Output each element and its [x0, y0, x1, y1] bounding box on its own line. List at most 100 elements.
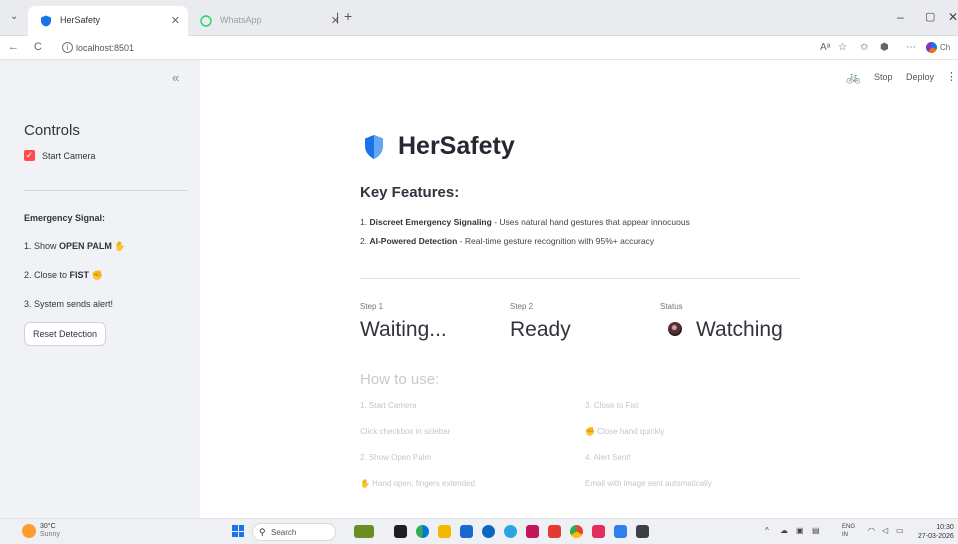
taskbar-search[interactable]: ⚲ Search [252, 523, 336, 541]
tray-expand-icon[interactable]: ^ [765, 526, 769, 535]
tab-whatsapp[interactable]: WhatsApp ✕ [188, 6, 348, 36]
url-field[interactable]: i localhost:8501 [60, 39, 820, 57]
start-camera-checkbox[interactable]: ✓ Start Camera [24, 150, 96, 161]
system-clock[interactable]: 10:30 27-03-2026 [918, 523, 954, 541]
chrome-icon[interactable] [570, 525, 583, 538]
sun-icon [22, 524, 36, 538]
howto-step-desc: ✋ Hand open, fingers extended [360, 479, 475, 488]
feature-text: - Real-time gesture recognition with 95%… [457, 236, 655, 246]
step-prefix: 2. Close to [24, 270, 70, 280]
eye-icon [668, 321, 682, 336]
metric-label-step1: Step 1 [360, 302, 384, 311]
howto-step-desc: ✊ Close hand quickly [585, 427, 665, 436]
tray-cloud-icon[interactable]: ☁ [780, 526, 788, 535]
sidebar-title: Controls [24, 122, 80, 139]
running-cyclist-icon: 🚲 [846, 70, 861, 84]
checkmark-icon[interactable]: ✓ [24, 150, 35, 161]
reload-icon[interactable]: C [34, 41, 42, 53]
app-icon[interactable] [592, 525, 605, 538]
weather-widget[interactable]: 30°C Sunny [22, 523, 60, 539]
step-bold: OPEN PALM [59, 241, 112, 251]
deploy-button[interactable]: Deploy [906, 72, 934, 82]
os-taskbar: 30°C Sunny ⚲ Search ^ ☁ ▣ ▤ ENG IN ◠ ◁ ▭… [0, 518, 958, 544]
tab-actions-chevron-icon[interactable]: ⌄ [10, 11, 18, 22]
close-tab-icon[interactable]: ✕ [171, 14, 180, 27]
favorite-icon[interactable]: ☆ [838, 42, 847, 53]
tab-hersafety[interactable]: HerSafety ✕ [28, 6, 188, 36]
search-icon: ⚲ [259, 527, 266, 537]
new-tab-icon[interactable]: + [344, 8, 352, 24]
app-icon[interactable] [504, 525, 517, 538]
feature-item: 1. Discreet Emergency Signaling - Uses n… [360, 217, 690, 227]
signal-title: Emergency Signal: [24, 213, 106, 223]
howto-heading: How to use: [360, 371, 440, 388]
profile-label[interactable]: Ch [940, 43, 950, 52]
info-icon[interactable]: i [62, 42, 73, 53]
edge-browser-icon[interactable] [416, 525, 429, 538]
language-indicator[interactable]: ENG IN [842, 523, 855, 539]
volume-icon[interactable]: ◁ [882, 526, 888, 535]
windows-start-icon[interactable] [232, 525, 244, 537]
metric-label-status: Status [660, 302, 683, 311]
restore-icon[interactable]: ▢ [925, 10, 935, 23]
task-view-icon[interactable] [394, 525, 407, 538]
address-bar: ← C i localhost:8501 Aᵃ ☆ ✩ ⬢ ⋯ Ch [0, 36, 958, 60]
feature-bold: Discreet Emergency Signaling [369, 217, 492, 227]
tab-title: WhatsApp [220, 15, 262, 25]
youtube-icon[interactable] [548, 525, 561, 538]
vscode-icon[interactable] [614, 525, 627, 538]
signal-step-3: 3. System sends alert! [24, 299, 113, 309]
copilot-icon[interactable] [926, 42, 937, 53]
shield-icon [365, 134, 383, 159]
step-prefix: 3. System sends alert! [24, 299, 114, 309]
weather-text: Sunny [40, 531, 60, 538]
tray-app-icon[interactable]: ▤ [812, 526, 820, 535]
region-text: IN [842, 532, 848, 538]
checkbox-label: Start Camera [42, 150, 96, 161]
shield-favicon-icon [41, 15, 51, 27]
feature-number: 1. [360, 217, 368, 227]
minimize-icon[interactable]: – [897, 10, 904, 24]
favorites-icon[interactable]: ✩ [860, 42, 868, 53]
clock-time: 10:30 [936, 524, 954, 531]
app-icon[interactable] [526, 525, 539, 538]
store-icon[interactable] [460, 525, 473, 538]
battery-icon[interactable]: ▭ [896, 526, 904, 535]
feature-number: 2. [360, 236, 368, 246]
howto-step-title: 3. Close to Fist [585, 401, 639, 410]
app-icon[interactable] [482, 525, 495, 538]
howto-step-desc: Click checkbox in sidebar [360, 427, 451, 436]
feature-item: 2. AI-Powered Detection - Real-time gest… [360, 236, 654, 246]
whatsapp-favicon-icon [200, 15, 212, 27]
metric-value-step1: Waiting... [360, 318, 447, 341]
app-title-text: HerSafety [398, 132, 515, 160]
close-window-icon[interactable]: ✕ [948, 10, 958, 24]
howto-step-title: 4. Alert Sent! [585, 453, 631, 462]
clock-date: 27-03-2026 [918, 533, 954, 540]
wifi-icon[interactable]: ◠ [868, 526, 875, 535]
status-text: Watching [696, 318, 783, 341]
reset-detection-button[interactable]: Reset Detection [24, 322, 106, 346]
collapse-sidebar-icon[interactable]: « [172, 70, 179, 85]
sidebar-divider [24, 190, 188, 191]
temperature: 30°C [40, 523, 56, 530]
app-icon[interactable] [636, 525, 649, 538]
tab-title: HerSafety [60, 15, 101, 25]
back-icon[interactable]: ← [8, 41, 19, 53]
main-menu-icon[interactable]: ⋮ [946, 70, 957, 83]
metric-label-step2: Step 2 [510, 302, 534, 311]
feature-bold: AI-Powered Detection [369, 236, 458, 246]
lang-text: ENG [842, 524, 856, 530]
extensions-icon[interactable]: ⬢ [880, 42, 889, 53]
howto-step-title: 2. Show Open Palm [360, 453, 432, 462]
more-icon[interactable]: ⋯ [906, 42, 916, 53]
metric-value-step2: Ready [510, 318, 571, 341]
tray-app-icon[interactable]: ▣ [796, 526, 804, 535]
file-explorer-icon[interactable] [438, 525, 451, 538]
stop-button[interactable]: Stop [874, 72, 893, 82]
open-palm-icon: ✋ [114, 241, 126, 251]
widgets-app-icon[interactable] [354, 525, 374, 538]
search-label: Search [271, 528, 297, 537]
signal-step-2: 2. Close to FIST ✊ [24, 270, 103, 281]
read-aloud-icon[interactable]: Aᵃ [820, 42, 830, 53]
